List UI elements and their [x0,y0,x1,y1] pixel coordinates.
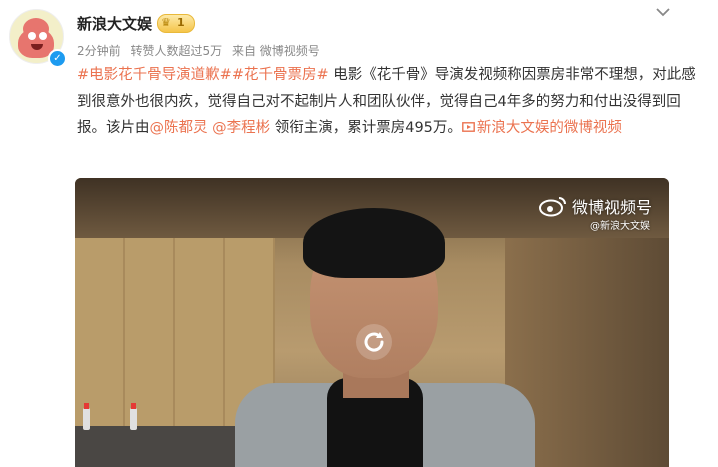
post-time[interactable]: 2分钟前 [77,44,121,58]
repost-count: 转赞人数超过5万 [130,44,223,58]
replay-button[interactable] [356,324,392,360]
video-watermark-handle: @新浪大文娱 [590,221,650,232]
video-watermark: 微博视频号 [572,198,653,217]
chevron-down-icon[interactable] [654,5,672,19]
avatar-eye [28,32,36,40]
hashtag-link[interactable]: #花千骨票房# [232,67,329,83]
verified-badge-icon: ✓ [48,49,67,68]
video-scene [83,403,90,430]
vip-level: 1 [177,16,185,29]
weibo-logo-icon [539,197,566,217]
avatar-eye [39,32,47,40]
video-source-link[interactable]: 新浪大文娱的微博视频 [462,120,622,136]
video-person [303,208,445,278]
vip-badge[interactable]: ♛ 1 [157,14,195,33]
video-link-label: 新浪大文娱的微博视频 [476,120,622,136]
crown-icon: ♛ [161,16,171,29]
post-source[interactable]: 来自 微博视频号 [232,44,320,58]
post-body-text: 领衔主演，累计票房495万。 [274,120,462,136]
video-link-icon [462,122,475,132]
video-scene [130,403,137,430]
hashtag-link[interactable]: #电影花千骨导演道歉# [77,67,232,83]
post-text: #电影花千骨导演道歉##花千骨票房# 电影《花千骨》导演发视频称因票房非常不理想… [77,62,697,142]
username[interactable]: 新浪大文娱 [77,13,152,34]
video-player[interactable]: 微博视频号 @新浪大文娱 [75,178,669,467]
mention-link[interactable]: @陈都灵 [150,120,208,136]
mention-link[interactable]: @李程彬 [212,120,270,136]
replay-icon [364,332,384,352]
post-meta: 2分钟前 转赞人数超过5万 来自 微博视频号 [77,42,326,59]
